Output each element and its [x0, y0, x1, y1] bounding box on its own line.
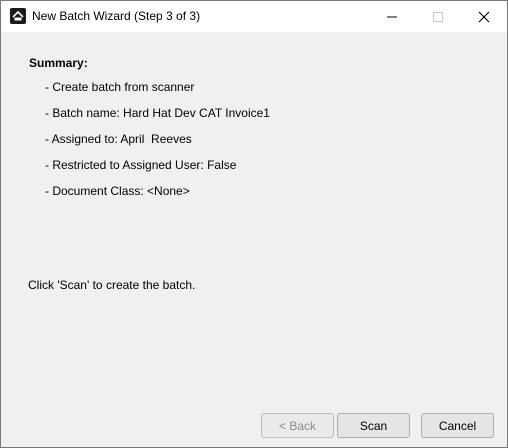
cancel-button[interactable]: Cancel	[421, 413, 494, 438]
title-bar[interactable]: New Batch Wizard (Step 3 of 3)	[1, 1, 507, 32]
wizard-window: New Batch Wizard (Step 3 of 3) Summary: …	[0, 0, 508, 448]
close-icon	[478, 11, 490, 22]
summary-item-assigned-to: - Assigned to: April Reeves	[45, 132, 192, 146]
wizard-content: Summary: - Create batch from scanner - B…	[1, 32, 507, 447]
app-logo-icon	[10, 8, 26, 24]
scan-button[interactable]: Scan	[337, 413, 410, 438]
summary-item-document-class: - Document Class: <None>	[45, 184, 190, 198]
summary-item-batch-name: - Batch name: Hard Hat Dev CAT Invoice1	[45, 106, 270, 120]
instruction-text: Click 'Scan' to create the batch.	[28, 278, 196, 292]
summary-heading: Summary:	[29, 56, 88, 70]
back-button[interactable]: < Back	[261, 413, 334, 438]
minimize-icon	[387, 16, 397, 17]
close-button[interactable]	[461, 1, 507, 32]
maximize-icon	[433, 11, 443, 22]
summary-item-source: - Create batch from scanner	[45, 80, 195, 94]
maximize-button[interactable]	[415, 1, 461, 32]
summary-item-restricted: - Restricted to Assigned User: False	[45, 158, 237, 172]
window-title: New Batch Wizard (Step 3 of 3)	[32, 9, 201, 23]
minimize-button[interactable]	[369, 1, 415, 32]
